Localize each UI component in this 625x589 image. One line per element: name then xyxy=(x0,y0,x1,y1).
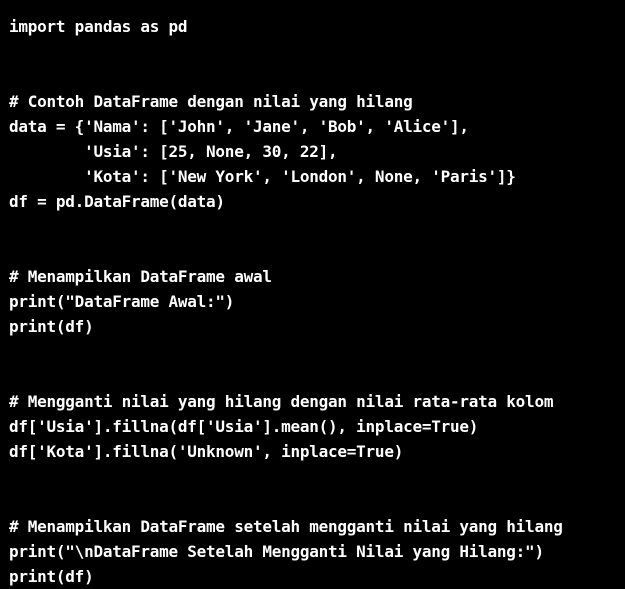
code-line: df = pd.DataFrame(data) xyxy=(9,192,225,211)
code-line: 'Usia': [25, None, 30, 22], xyxy=(9,142,338,161)
code-line: df['Usia'].fillna(df['Usia'].mean(), inp… xyxy=(9,417,479,436)
code-line: print(df) xyxy=(9,317,94,336)
code-editor-surface[interactable]: import pandas as pd # Contoh DataFrame d… xyxy=(0,0,625,586)
code-line: # Menampilkan DataFrame setelah menggant… xyxy=(9,517,563,536)
code-line: # Mengganti nilai yang hilang dengan nil… xyxy=(9,392,554,411)
code-line: import pandas as pd xyxy=(9,17,188,36)
code-line: # Contoh DataFrame dengan nilai yang hil… xyxy=(9,92,413,111)
code-line: print("DataFrame Awal:") xyxy=(9,292,235,311)
code-line: df['Kota'].fillna('Unknown', inplace=Tru… xyxy=(9,442,404,461)
code-lines-container: import pandas as pd # Contoh DataFrame d… xyxy=(9,14,625,589)
code-line: data = {'Nama': ['John', 'Jane', 'Bob', … xyxy=(9,117,469,136)
code-line: print(df) xyxy=(9,567,94,586)
code-line: # Menampilkan DataFrame awal xyxy=(9,267,272,286)
code-line: 'Kota': ['New York', 'London', None, 'Pa… xyxy=(9,167,516,186)
code-line: print("\nDataFrame Setelah Mengganti Nil… xyxy=(9,542,544,561)
